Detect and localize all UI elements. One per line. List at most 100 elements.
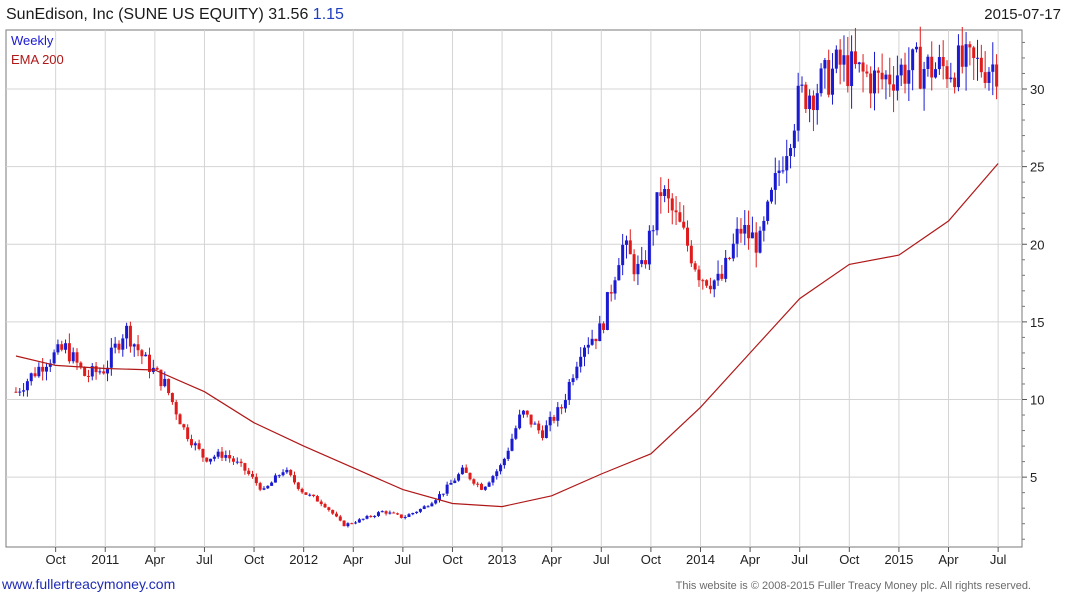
candle-body [705, 280, 709, 286]
candle-body [701, 280, 705, 282]
candle-body [331, 510, 335, 514]
candle-body [850, 51, 854, 87]
candle-body [937, 57, 941, 70]
candle-body [312, 494, 316, 497]
candle-body [838, 49, 842, 65]
candle-body [220, 451, 224, 458]
candle-body [52, 352, 56, 364]
candle-body [415, 511, 419, 513]
candle-body [182, 424, 186, 428]
candle-body [773, 173, 777, 190]
candle-body [155, 367, 159, 370]
candle-body [270, 482, 274, 486]
candle-body [808, 95, 812, 110]
candle-body [747, 225, 751, 239]
candle-body [930, 56, 934, 78]
candle-body [754, 232, 758, 253]
candle-body [476, 483, 480, 485]
candle-body [934, 69, 938, 78]
candle-body [388, 512, 392, 514]
candle-body [144, 354, 148, 357]
candle-body [342, 520, 346, 527]
candle-body [499, 465, 503, 472]
y-tick-label: 25 [1030, 160, 1044, 175]
copyright-text: This website is © 2008-2015 Fuller Treac… [675, 580, 1031, 592]
candle-body [170, 393, 174, 403]
candle-body [354, 522, 358, 524]
candle-body [41, 366, 45, 372]
candle-body [670, 198, 674, 211]
candle-body [712, 280, 716, 290]
candle-body [872, 70, 876, 94]
candle-body [968, 44, 972, 48]
candle-body [621, 244, 625, 266]
candle-body [655, 192, 659, 231]
candle-body [945, 66, 949, 80]
candle-body [71, 352, 75, 362]
candle-body [186, 427, 190, 440]
candle-body [441, 493, 445, 495]
candle-body [64, 343, 68, 350]
candle-body [823, 60, 827, 69]
candle-body [552, 416, 556, 421]
candle-body [308, 494, 312, 496]
candle-body [995, 64, 999, 87]
candle-body [876, 70, 880, 73]
candle-body [22, 390, 26, 392]
x-tick-label: 2014 [686, 552, 715, 567]
candle-body [224, 455, 228, 458]
candle-body [502, 458, 506, 466]
website-link[interactable]: www.fullertreacymoney.com [2, 576, 175, 592]
candle-body [579, 356, 583, 367]
candle-body [487, 482, 491, 487]
candle-body [991, 64, 995, 72]
candle-body [514, 428, 518, 439]
candle-body [979, 57, 983, 73]
candle-body [434, 500, 438, 504]
candle-body [853, 51, 857, 65]
candle-body [827, 60, 831, 95]
candle-body [334, 513, 338, 517]
candle-body [976, 57, 980, 59]
x-tick-label: Oct [641, 552, 662, 567]
candle-body [811, 95, 815, 111]
candle-body [541, 430, 545, 438]
price-change: 1.15 [312, 6, 344, 23]
candle-body [892, 84, 896, 91]
candle-body [605, 292, 609, 330]
candle-body [819, 68, 823, 94]
candle-body [472, 479, 476, 484]
candle-body [136, 344, 140, 351]
candle-body [178, 414, 182, 425]
candle-body [460, 467, 464, 475]
candle-body [380, 511, 384, 513]
candle-body [907, 70, 911, 84]
candle-body [396, 513, 400, 515]
candle-body [247, 470, 251, 474]
candle-body [285, 469, 289, 473]
candle-body [357, 519, 361, 523]
candle-body [716, 273, 720, 281]
candle-body [33, 373, 37, 377]
candle-body [296, 482, 300, 489]
x-tick-label: Oct [839, 552, 860, 567]
candle-body [518, 414, 522, 429]
candle-body [327, 507, 331, 511]
candle-body [323, 504, 327, 508]
candle-body [571, 378, 575, 382]
candle-body [602, 323, 606, 330]
candle-body [911, 49, 915, 71]
candle-body [613, 280, 617, 294]
candle-body [659, 192, 663, 196]
x-tick-label: Jul [593, 552, 610, 567]
candle-body [418, 508, 422, 512]
candle-body [880, 72, 884, 80]
candle-body [586, 344, 590, 348]
candle-body [888, 74, 892, 85]
candle-body [281, 472, 285, 476]
candle-body [739, 228, 743, 234]
candle-body [369, 516, 373, 518]
candle-body [430, 503, 434, 507]
candle-body [735, 228, 739, 244]
candle-body [895, 75, 899, 91]
